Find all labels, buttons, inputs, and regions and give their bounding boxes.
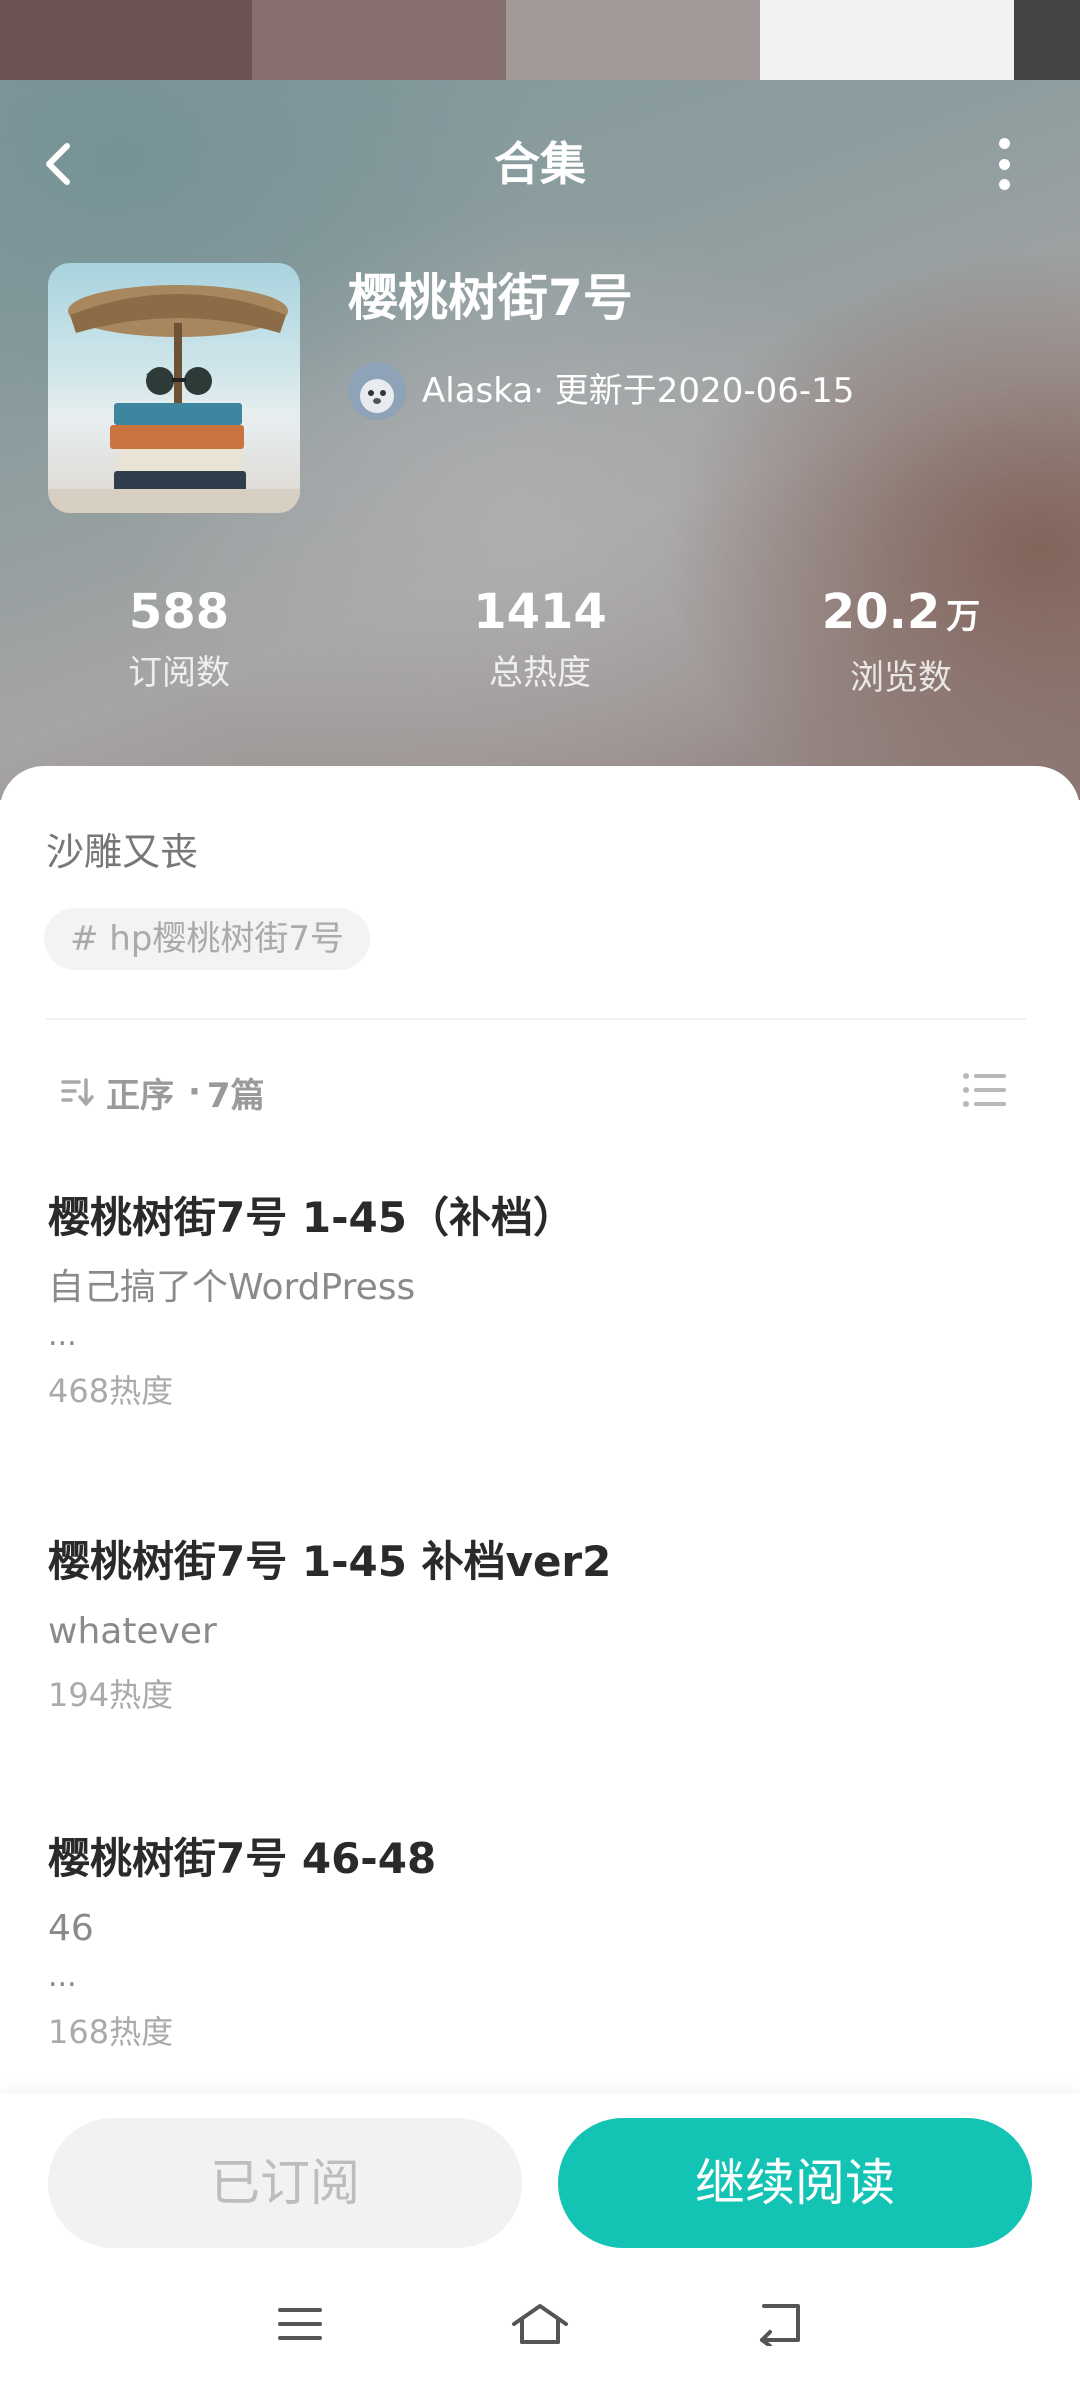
chapter-excerpt: 自己搞了个WordPress: [48, 1267, 416, 1308]
avatar: [348, 362, 406, 420]
color-swatch: [252, 0, 506, 80]
page-title: 合集: [494, 137, 586, 191]
stat-value: 20.2 万: [821, 584, 981, 640]
more-options-button[interactable]: [980, 136, 1028, 192]
chapter-title: 樱桃树街7号 1-45 补档ver2: [48, 1537, 612, 1586]
stat-value: 588: [128, 584, 230, 640]
color-swatch: [506, 0, 760, 80]
chapter-heat: 194热度: [48, 1676, 174, 1714]
color-strip: [0, 0, 1080, 80]
chapter-ellipsis: ...: [48, 1959, 77, 1994]
author-row[interactable]: Alaska· 更新于2020-06-15: [348, 362, 854, 420]
author-update-text: Alaska· 更新于2020-06-15: [422, 371, 855, 411]
color-swatch: [760, 0, 1014, 80]
stat-value: 1414: [473, 584, 607, 640]
menu-icon: [278, 2308, 322, 2340]
chapter-heat: 168热度: [48, 2013, 174, 2051]
list-icon: [963, 1073, 1006, 1107]
nav-home-button[interactable]: [500, 2284, 580, 2364]
nav-menu-button[interactable]: [260, 2284, 340, 2364]
more-vertical-icon: [998, 138, 1010, 149]
divider: [46, 1018, 1026, 1020]
subscribed-button[interactable]: 已订阅: [48, 2118, 522, 2248]
sort-ascending-icon: [61, 1078, 94, 1106]
nav-back-button[interactable]: [740, 2284, 820, 2364]
back-icon: [760, 2304, 800, 2346]
chapter-item[interactable]: 樱桃树街7号 46-48 46 ... 168热度: [48, 1829, 1028, 2057]
collection-description: 沙雕又丧: [46, 830, 199, 874]
chapter-ellipsis: ...: [48, 1318, 77, 1353]
chapter-title: 樱桃树街7号 1-45（补档）: [48, 1193, 575, 1242]
stat-views: 20.2 万 浏览数: [751, 578, 1051, 703]
chapter-title: 樱桃树街7号 46-48: [48, 1834, 437, 1883]
more-vertical-icon: [998, 158, 1010, 170]
collection-cover-image: [48, 263, 300, 513]
color-swatch: [1014, 0, 1080, 80]
stat-unit: 万: [946, 597, 981, 637]
content-sheet: 沙雕又丧 # hp樱桃树街7号 正序 · 7篇 樱桃树街7号 1-45（补档） …: [0, 766, 1080, 2106]
chapter-item[interactable]: 樱桃树街7号 1-45 补档ver2 whatever 194热度: [48, 1532, 1028, 1720]
stat-subscriptions: 588 订阅数: [29, 578, 329, 698]
collection-header: 合集 樱桃树街7号 Alaska· 更新于2020-06-15 588 订阅数 …: [0, 80, 1080, 800]
sort-label: 正序: [106, 1075, 174, 1116]
stat-label: 浏览数: [850, 658, 952, 698]
stat-label: 总热度: [489, 653, 591, 693]
separator-dot: ·: [188, 1072, 201, 1112]
stat-label: 订阅数: [128, 653, 230, 693]
stats-row: 588 订阅数 1414 总热度 20.2 万 浏览数: [0, 578, 1080, 718]
chapter-list-button[interactable]: [960, 1066, 1010, 1116]
top-app-bar: 合集: [0, 80, 1080, 250]
home-icon: [512, 2304, 568, 2344]
continue-reading-button[interactable]: 继续阅读: [558, 2118, 1032, 2248]
chapter-excerpt: whatever: [48, 1611, 217, 1652]
tag-chip[interactable]: # hp樱桃树街7号: [44, 908, 371, 970]
color-swatch: [0, 0, 252, 80]
more-vertical-icon: [998, 179, 1010, 190]
stat-total-heat: 1414 总热度: [390, 578, 690, 698]
chapter-count: 7篇: [206, 1075, 265, 1116]
system-nav-bar: [0, 2260, 1080, 2400]
chapter-excerpt: 46: [48, 1908, 94, 1949]
series-title: 樱桃树街7号: [348, 269, 633, 327]
app-screen: 合集 樱桃树街7号 Alaska· 更新于2020-06-15 588 订阅数 …: [0, 0, 1080, 2400]
bottom-action-bar: 已订阅 继续阅读: [0, 2094, 1080, 2260]
chapter-item[interactable]: 樱桃树街7号 1-45（补档） 自己搞了个WordPress ... 468热度: [48, 1188, 1028, 1416]
chapter-heat: 468热度: [48, 1372, 174, 1410]
sort-toggle[interactable]: 正序 · 7篇: [60, 1064, 265, 1120]
